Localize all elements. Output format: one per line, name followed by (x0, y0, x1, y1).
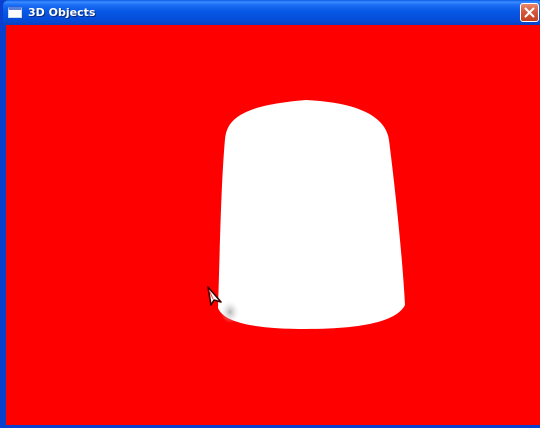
scene-3d (218, 100, 405, 329)
render-canvas[interactable] (6, 25, 540, 425)
arrow-cursor-icon (207, 286, 222, 306)
close-button[interactable] (520, 3, 539, 22)
window-title: 3D Objects (28, 6, 96, 19)
title-bar[interactable]: 3D Objects (3, 0, 540, 25)
cylinder-object (218, 100, 405, 329)
window-icon (8, 7, 22, 18)
close-icon (524, 7, 535, 18)
app-window: 3D Objects (0, 0, 540, 428)
